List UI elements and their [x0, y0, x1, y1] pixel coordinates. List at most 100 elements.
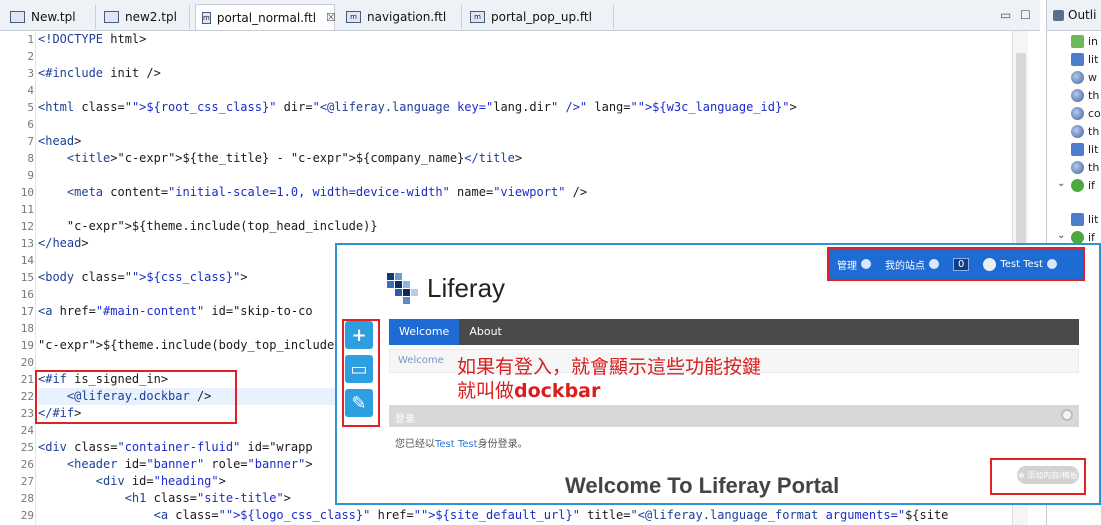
line-number: 4 [27, 84, 34, 97]
tab-label: portal_pop_up.ftl [491, 10, 592, 24]
liferay-logo-icon[interactable] [387, 273, 418, 304]
line-number-gutter: 1 2 3 4 5 6 7 8 9 10 11 12 13 14 15 16 17 18 19 20 21 22 23 24 2… [0, 31, 36, 525]
code-line[interactable]: <!DOCTYPE html> [38, 31, 146, 48]
code-line[interactable]: <#include init /> [38, 65, 161, 82]
include-icon [1071, 34, 1084, 48]
outline-panel-title[interactable]: Outli [1047, 0, 1101, 31]
if-signed-in-highlight [35, 370, 237, 424]
globe-icon [1071, 70, 1084, 84]
site-navigation: Welcome About [389, 319, 1079, 345]
macro-icon [1071, 142, 1084, 156]
line-number: 2 [27, 50, 34, 63]
editor-tab-bar: New.tpl new2.tpl m portal_normal.ftl ☒ m… [0, 0, 1040, 31]
line-number: 26 [20, 458, 34, 471]
line-number: 6 [27, 118, 34, 131]
site-name[interactable]: Liferay [427, 273, 505, 304]
nav-item-welcome[interactable]: Welcome [389, 319, 460, 345]
code-line[interactable]: <html class="">${root_css_class}" dir="<… [38, 99, 797, 116]
line-number: 15 [20, 271, 34, 284]
line-number: 19 [20, 339, 34, 352]
close-icon[interactable]: ☒ [326, 11, 336, 24]
check-icon [1071, 230, 1084, 244]
outline-item[interactable]: w [1071, 68, 1097, 86]
macro-icon [1071, 212, 1084, 226]
ftl-file-icon: m [470, 11, 485, 23]
line-number: 3 [27, 67, 34, 80]
login-portlet-body: 您已经以Test Test身份登录。 [395, 439, 528, 450]
check-icon [1071, 178, 1084, 192]
line-number: 16 [20, 288, 34, 301]
code-line[interactable]: <h1 class="site-title"> [38, 490, 291, 507]
line-number: 27 [20, 475, 34, 488]
outline-item[interactable]: co [1071, 104, 1101, 122]
code-line[interactable]: <meta content="initial-scale=1.0, width=… [38, 184, 587, 201]
minimize-button[interactable]: ▭ [1000, 8, 1011, 22]
code-line[interactable]: <head> [38, 133, 81, 150]
code-line[interactable]: "c-expr">${theme.include(top_head_includ… [38, 218, 378, 235]
ftl-file-icon: m [346, 11, 361, 23]
window-icon [104, 11, 119, 23]
tab-label: new2.tpl [125, 10, 177, 24]
line-number: 20 [20, 356, 34, 369]
outline-item[interactable]: th [1071, 158, 1099, 176]
line-number: 5 [27, 101, 34, 114]
code-line[interactable]: "c-expr">${theme.include(body_top_includ… [38, 337, 349, 354]
tab-new-tpl[interactable]: New.tpl [4, 5, 96, 29]
line-number: 18 [20, 322, 34, 335]
tab-navigation-ftl[interactable]: m navigation.ftl [340, 5, 462, 29]
globe-icon [1071, 106, 1084, 120]
window-icon [10, 11, 25, 23]
maximize-button[interactable]: ☐ [1020, 8, 1031, 22]
outline-item[interactable]: in [1071, 32, 1098, 50]
line-number: 10 [20, 186, 34, 199]
globe-icon [1071, 160, 1084, 174]
code-line[interactable]: <div id="heading"> [38, 473, 226, 490]
line-number: 8 [27, 152, 34, 165]
tab-label: portal_normal.ftl [216, 10, 317, 25]
outline-item[interactable]: th [1071, 86, 1099, 104]
line-number: 22 [20, 390, 34, 403]
dockbar-left-highlight [342, 319, 380, 427]
outline-item[interactable]: lit [1071, 50, 1098, 68]
line-number: 1 [27, 33, 34, 46]
ftl-file-icon: m [202, 11, 211, 24]
line-number: 14 [20, 254, 34, 267]
code-line[interactable]: <div class="container-fluid" id="wrapp [38, 439, 313, 456]
tab-portal-pop-up-ftl[interactable]: m portal_pop_up.ftl [464, 5, 614, 29]
code-line[interactable]: <body class="">${css_class}"> [38, 269, 248, 286]
nav-item-about[interactable]: About [459, 319, 512, 345]
outline-item[interactable]: if [1071, 176, 1095, 194]
tab-new2-tpl[interactable]: new2.tpl [98, 5, 190, 29]
outline-icon [1053, 9, 1064, 21]
tab-label: navigation.ftl [367, 10, 447, 24]
dockbar-top-highlight [827, 247, 1085, 281]
globe-icon [1071, 124, 1084, 138]
line-number: 29 [20, 509, 34, 522]
line-number: 23 [20, 407, 34, 420]
line-number: 12 [20, 220, 34, 233]
chevron-down-icon[interactable]: ⌄ [1057, 230, 1065, 241]
outline-item[interactable]: th [1071, 122, 1099, 140]
code-line[interactable]: <a class="">${logo_css_class}" href="">$… [38, 507, 949, 524]
code-line[interactable]: </head> [38, 235, 89, 252]
gear-icon[interactable] [1061, 409, 1073, 421]
code-line[interactable]: <header id="banner" role="banner"> [38, 456, 313, 473]
user-link[interactable]: Test Test [435, 439, 478, 450]
line-number: 13 [20, 237, 34, 250]
line-number: 11 [20, 203, 34, 216]
line-number: 24 [20, 424, 34, 437]
outline-item[interactable]: lit [1071, 140, 1098, 158]
tab-label: New.tpl [31, 10, 76, 24]
tab-portal-normal-ftl[interactable]: m portal_normal.ftl ☒ [195, 4, 336, 30]
corner-button-highlight [990, 458, 1086, 495]
login-portlet-title-bar: 登录 [389, 405, 1079, 427]
line-number: 21 [20, 373, 34, 386]
line-number: 9 [27, 169, 34, 182]
chevron-down-icon[interactable]: ⌄ [1057, 178, 1065, 189]
code-line[interactable]: <title>"c-expr">${the_title} - "c-expr">… [38, 150, 522, 167]
macro-icon [1071, 52, 1084, 66]
line-number: 7 [27, 135, 34, 148]
outline-item[interactable]: lit [1071, 210, 1098, 228]
annotation-text: 如果有登入，就會顯示這些功能按鍵 就叫做dockbar [457, 356, 762, 402]
code-line[interactable]: <a href="#main-content" id="skip-to-co [38, 303, 313, 320]
